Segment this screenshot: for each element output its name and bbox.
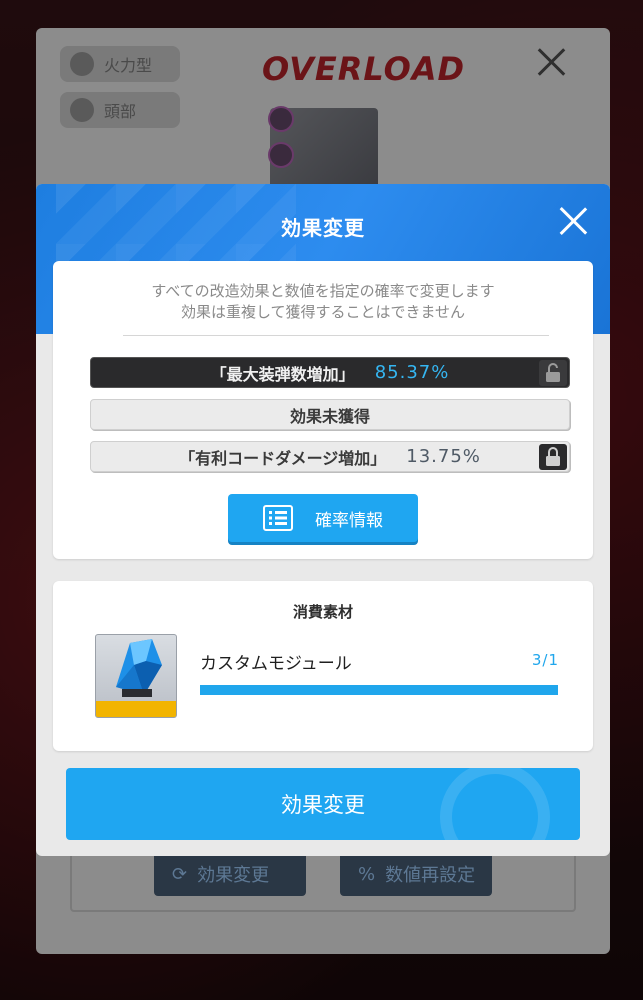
effect-change-dialog: 効果変更 すべての改造効果と数値を指定の確率で変更します 効果は重複して獲得する…: [36, 184, 610, 856]
firepower-type-icon: [70, 52, 94, 76]
description-line-2: 効果は重複して獲得することはできません: [180, 303, 466, 321]
bg-effect-change-label: 効果変更: [197, 865, 270, 886]
lock-toggle[interactable]: [539, 360, 567, 386]
effect-percent: 85.37%: [374, 362, 450, 383]
rarity-stripe: [96, 701, 176, 717]
bg-reset-values-label: 数値再設定: [385, 865, 476, 886]
type-chip: 火力型: [60, 46, 180, 82]
lock-icon: [546, 447, 560, 466]
type-chip-label: 火力型: [104, 56, 153, 75]
effect-percent: 13.75%: [406, 446, 481, 467]
dialog-title: 効果変更: [281, 216, 365, 240]
crystal-module-icon: [116, 639, 162, 697]
material-card: 消費素材 カスタムモジュール 3/1: [53, 581, 593, 751]
probability-info-label: 確率情報: [315, 510, 383, 531]
confirm-button-label: 効果変更: [281, 793, 365, 817]
probability-info-button[interactable]: 確率情報: [228, 494, 418, 542]
effect-name: 「最大装弾数増加」: [210, 364, 355, 384]
material-count: 3/1: [531, 651, 559, 669]
overload-logo: OVERLOAD: [262, 50, 466, 88]
effect-row-1[interactable]: 「最大装弾数増加」 85.37%: [90, 357, 570, 388]
bg-effect-change-button: ⟳ 効果変更: [154, 852, 306, 896]
effect-row-2: 効果未獲得: [90, 399, 570, 430]
effects-card: すべての改造効果と数値を指定の確率で変更します 効果は重複して獲得することはでき…: [53, 261, 593, 559]
material-progress-fill: [200, 685, 558, 695]
refresh-icon: ⟳: [172, 863, 188, 885]
bg-reset-values-button: % 数値再設定: [340, 852, 492, 896]
effect-name: 効果未獲得: [289, 406, 370, 426]
class-badge-icon: [268, 142, 294, 168]
material-name: カスタムモジュール: [200, 654, 352, 674]
material-thumbnail[interactable]: [95, 634, 177, 718]
rarity-badge-icon: [268, 106, 294, 132]
effect-name: 「有利コードダメージ増加」: [179, 448, 387, 468]
lock-toggle[interactable]: [539, 444, 567, 470]
material-progress-bar: [200, 685, 558, 695]
percent-icon: %: [358, 863, 376, 885]
confirm-effect-change-button[interactable]: 効果変更: [66, 768, 580, 840]
watermark-emblem-icon: [440, 768, 550, 840]
part-chip: 頭部: [60, 92, 180, 128]
head-part-icon: [70, 98, 94, 122]
panel-close-icon[interactable]: [535, 46, 567, 78]
effect-description: すべての改造効果と数値を指定の確率で変更します 効果は重複して獲得することはでき…: [53, 281, 593, 323]
part-chip-label: 頭部: [104, 102, 137, 121]
description-line-1: すべての改造効果と数値を指定の確率で変更します: [151, 282, 495, 300]
divider: [123, 335, 549, 336]
close-icon[interactable]: [558, 206, 588, 236]
list-icon: [263, 505, 293, 531]
material-section-title: 消費素材: [292, 603, 353, 621]
effect-row-3[interactable]: 「有利コードダメージ増加」 13.75%: [90, 441, 570, 472]
unlock-icon: [546, 363, 560, 382]
